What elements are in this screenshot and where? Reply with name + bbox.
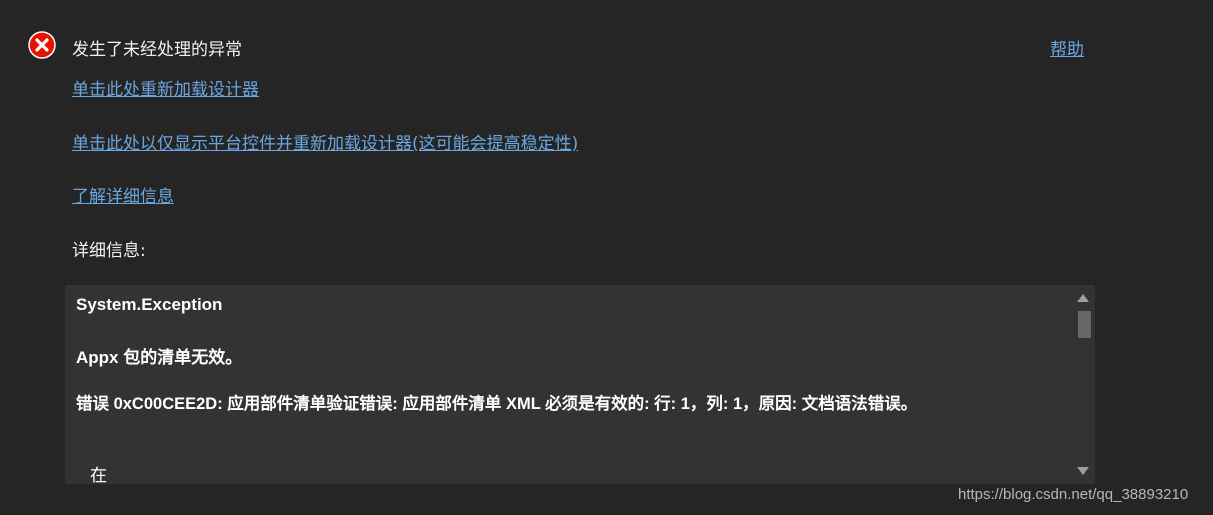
learn-more-link[interactable]: 了解详细信息 — [72, 187, 174, 207]
vertical-scrollbar[interactable] — [1069, 285, 1095, 484]
scroll-down-arrow-icon[interactable] — [1077, 467, 1089, 475]
reload-designer-link[interactable]: 单击此处重新加载设计器 — [72, 80, 259, 100]
scroll-thumb[interactable] — [1078, 311, 1091, 338]
error-icon — [28, 31, 56, 59]
watermark: https://blog.csdn.net/qq_38893210 — [958, 486, 1189, 503]
exception-error-line: 错误 0xC00CEE2D: 应用部件清单验证错误: 应用部件清单 XML 必须… — [76, 395, 918, 413]
exception-type: System.Exception — [76, 295, 223, 314]
reload-platform-controls-link[interactable]: 单击此处以仅显示平台控件并重新加载设计器(这可能会提高稳定性) — [72, 134, 578, 154]
help-link[interactable]: 帮助 — [1050, 40, 1084, 60]
details-text-box[interactable]: System.Exception Appx 包的清单无效。 错误 0xC00CE… — [65, 285, 1095, 484]
error-title: 发生了未经处理的异常 — [72, 40, 242, 60]
stack-trace-line: 在 — [90, 466, 107, 484]
details-label: 详细信息: — [72, 241, 146, 261]
scroll-up-arrow-icon[interactable] — [1077, 294, 1089, 302]
exception-message: Appx 包的清单无效。 — [76, 348, 243, 367]
